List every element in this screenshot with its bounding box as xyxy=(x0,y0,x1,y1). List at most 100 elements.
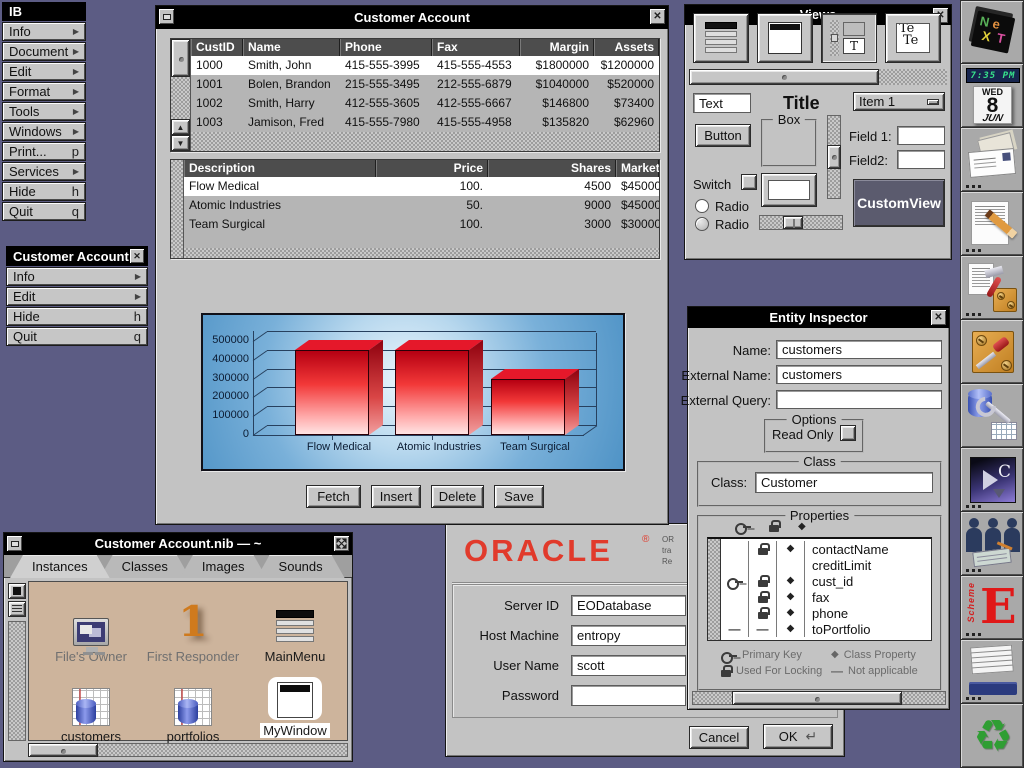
menu-item-print[interactable]: Print...p xyxy=(2,142,86,161)
menu-item-info[interactable]: Info▶ xyxy=(2,22,86,41)
scrollbar-knob[interactable] xyxy=(827,145,841,169)
tab-instances[interactable]: Instances xyxy=(10,555,110,578)
dock-interface-builder[interactable] xyxy=(960,320,1024,384)
radio-button-sample[interactable] xyxy=(695,199,709,213)
properties-scrollbar[interactable] xyxy=(708,539,721,640)
scrollbar-knob[interactable] xyxy=(732,691,902,705)
radio-button-sample[interactable] xyxy=(695,217,709,231)
palette-tab-windows[interactable] xyxy=(757,13,813,63)
menu-item-hide[interactable]: Hideh xyxy=(2,182,86,201)
save-button[interactable]: Save xyxy=(494,485,544,508)
property-row[interactable]: ◆fax xyxy=(721,589,931,605)
dock-scheme[interactable]: Scheme E xyxy=(960,576,1024,640)
scrollbar-knob[interactable] xyxy=(689,69,879,85)
customview-sample[interactable]: CustomView xyxy=(853,179,945,227)
column-header[interactable]: Name xyxy=(243,39,340,56)
dock-eomodeler[interactable] xyxy=(960,384,1024,448)
customer-account-titlebar[interactable]: Customer Account ✕ xyxy=(156,6,668,29)
nib-item-mainmenu[interactable]: MainMenu xyxy=(243,594,347,664)
external-query-input[interactable] xyxy=(776,390,942,409)
dock-next-logo[interactable]: N e X T xyxy=(960,0,1024,64)
column-header[interactable]: Market Value xyxy=(616,160,659,177)
menu-item-edit[interactable]: Edit▶ xyxy=(6,287,148,306)
menu-item-info[interactable]: Info▶ xyxy=(6,267,148,286)
dock-recycler[interactable]: ♻ xyxy=(960,704,1024,768)
menu-item-edit[interactable]: Edit▶ xyxy=(2,62,86,81)
column-header[interactable]: CustID xyxy=(191,39,243,56)
palette-scrollbar[interactable] xyxy=(689,69,947,85)
class-property-column-icon[interactable]: ◆ xyxy=(798,522,806,532)
palette-tab-menus[interactable] xyxy=(693,13,749,63)
nib-titlebar[interactable]: Customer Account.nib — ~ xyxy=(4,533,352,555)
name-input[interactable]: customers xyxy=(776,340,942,359)
nib-item-customers[interactable]: customers xyxy=(39,674,143,744)
customer-account-menu-title[interactable]: Customer Account ✕ xyxy=(6,246,148,266)
popup-button-sample[interactable]: Item 1 xyxy=(853,92,945,111)
title-label-sample[interactable]: Title xyxy=(783,93,820,114)
locking-column-icon[interactable] xyxy=(769,520,779,532)
column-header[interactable]: Phone xyxy=(340,39,432,56)
read-only-checkbox[interactable] xyxy=(840,425,856,441)
property-row[interactable]: ◆phone xyxy=(721,605,931,621)
column-header[interactable]: Margin xyxy=(520,39,594,56)
tab-images[interactable]: Images xyxy=(180,555,267,578)
table-row[interactable]: 1002Smith, Harry412-555-3605412-555-6667… xyxy=(191,94,659,113)
server-id-input[interactable]: EODatabase xyxy=(571,595,686,616)
class-input[interactable]: Customer xyxy=(755,472,933,493)
property-row[interactable]: ◆cust_id xyxy=(721,573,931,589)
field2-input[interactable] xyxy=(897,150,945,169)
nib-item-files-owner[interactable]: File's Owner xyxy=(39,594,143,664)
field1-input[interactable] xyxy=(897,126,945,145)
tab-classes[interactable]: Classes xyxy=(100,555,190,578)
table-row[interactable]: Flow Medical100.4500$450000 xyxy=(184,177,659,196)
dock-card-file[interactable] xyxy=(960,640,1024,704)
menu-item-quit[interactable]: Quitq xyxy=(6,327,148,346)
host-machine-input[interactable]: entropy xyxy=(571,625,686,646)
column-header[interactable]: Fax xyxy=(432,39,520,56)
menu-item-format[interactable]: Format▶ xyxy=(2,82,86,101)
menu-item-tools[interactable]: Tools▶ xyxy=(2,102,86,121)
well-sample[interactable] xyxy=(761,173,817,207)
dock-mail[interactable] xyxy=(960,128,1024,192)
slider-sample[interactable] xyxy=(759,215,843,230)
text-field-sample[interactable]: Text xyxy=(693,93,751,113)
entity-inspector-titlebar[interactable]: Entity Inspector ✕ xyxy=(688,307,949,328)
menu-item-windows[interactable]: Windows▶ xyxy=(2,122,86,141)
dock-text-editor[interactable] xyxy=(960,192,1024,256)
primary-key-column-icon[interactable] xyxy=(735,522,751,531)
resize-icon[interactable] xyxy=(334,536,349,551)
portfolio-table-scrollbar[interactable] xyxy=(171,160,184,258)
table-row[interactable]: 1003Jamison, Fred415-555-7980415-555-495… xyxy=(191,113,659,132)
dock-compiler[interactable]: C xyxy=(960,448,1024,512)
close-icon[interactable]: ✕ xyxy=(931,310,946,325)
nib-item-first-responder[interactable]: 1 First Responder xyxy=(141,594,245,664)
vertical-scroller-sample[interactable] xyxy=(827,115,841,199)
dock-clock-calendar[interactable]: 7:35 PM WED 8 JUN xyxy=(960,64,1024,128)
ok-button[interactable]: OK ↵ xyxy=(763,724,833,749)
external-name-input[interactable]: customers xyxy=(776,365,942,384)
box-sample[interactable]: Box xyxy=(761,119,817,167)
dock-people-ledger[interactable] xyxy=(960,512,1024,576)
palette-tab-views[interactable]: T xyxy=(821,13,877,63)
table-row[interactable]: Team Surgical100.3000$300000 xyxy=(184,215,659,234)
button-sample[interactable]: Button xyxy=(695,124,751,147)
menu-item-quit[interactable]: Quitq xyxy=(2,202,86,221)
scrollbar-knob[interactable] xyxy=(171,39,190,77)
nib-horizontal-scrollbar[interactable] xyxy=(28,743,348,757)
menu-item-document[interactable]: Document▶ xyxy=(2,42,86,61)
password-input[interactable] xyxy=(571,685,686,706)
customers-table-scrollbar[interactable]: ▲ ▼ xyxy=(171,39,191,151)
tab-sounds[interactable]: Sounds xyxy=(257,555,345,578)
table-row[interactable]: 1000Smith, John415-555-3995415-555-4553$… xyxy=(191,56,659,75)
miniaturize-icon[interactable] xyxy=(7,536,22,551)
icon-view-button[interactable] xyxy=(8,583,26,599)
scrollbar-knob[interactable] xyxy=(28,743,98,757)
delete-button[interactable]: Delete xyxy=(431,485,484,508)
menu-item-services[interactable]: Services▶ xyxy=(2,162,86,181)
nib-item-portfolios[interactable]: portfolios xyxy=(141,674,245,744)
column-header[interactable]: Shares xyxy=(488,160,616,177)
column-header[interactable]: Description xyxy=(184,160,376,177)
property-row[interactable]: ——◆toPortfolio xyxy=(721,621,931,637)
column-header[interactable]: Price xyxy=(376,160,488,177)
miniaturize-icon[interactable] xyxy=(159,9,174,24)
